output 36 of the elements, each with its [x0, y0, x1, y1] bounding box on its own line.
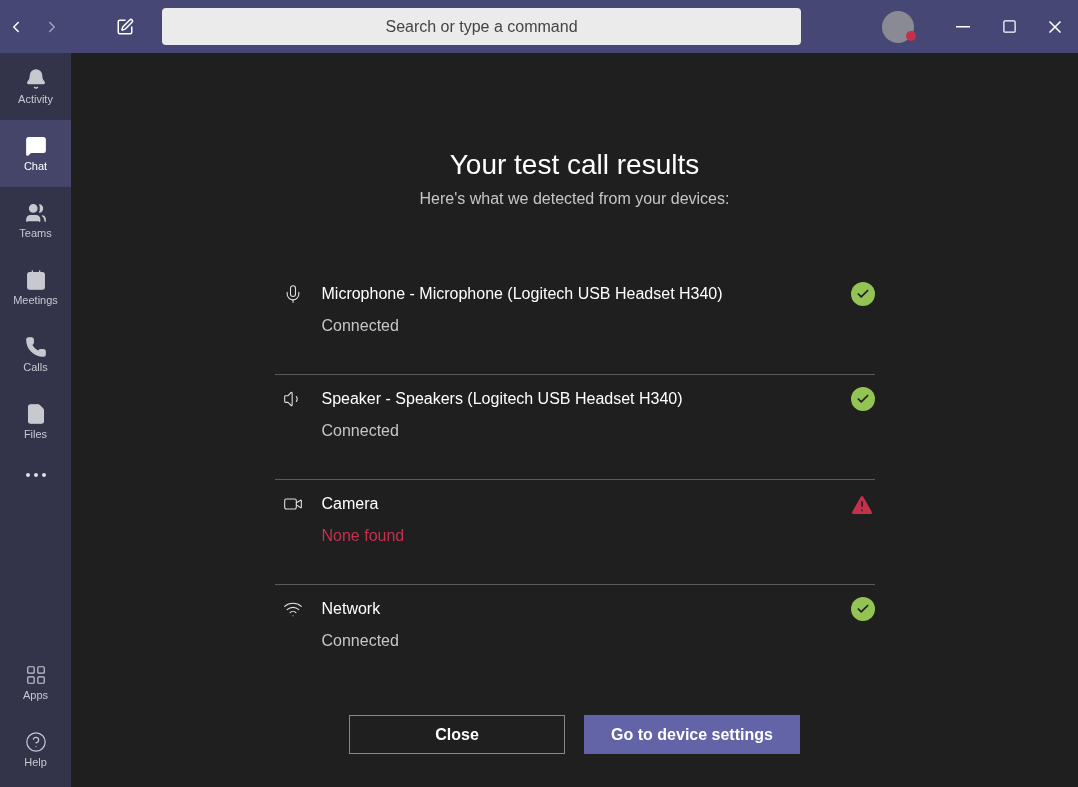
sidebar-item[interactable]: Calls	[0, 321, 71, 388]
device-status: Connected	[321, 421, 400, 441]
sidebar-item[interactable]: Activity	[0, 53, 71, 120]
device-status: Connected	[321, 316, 400, 336]
check-icon	[850, 282, 875, 306]
calendar-icon	[24, 269, 47, 291]
device-name: Network	[321, 599, 382, 619]
device-settings-button[interactable]: Go to device settings	[584, 715, 800, 754]
sidebar-item[interactable]: Files	[0, 388, 71, 455]
search-field[interactable]: Search or type a command	[162, 8, 801, 45]
device-name: Speaker - Speakers (Logitech USB Headset H340)	[321, 389, 684, 409]
maximize-icon	[1001, 19, 1017, 34]
sidebar-item[interactable]: Help	[0, 716, 71, 783]
device-name: Camera	[321, 494, 380, 514]
close-button[interactable]: Close	[349, 715, 565, 754]
bell-icon	[24, 68, 47, 90]
apps-icon	[24, 664, 47, 686]
dialog-subtitle: Here's what we detected from your devices:	[419, 189, 730, 209]
device-name: Microphone - Microphone (Logitech USB Headset H340)	[321, 284, 724, 304]
sidebar-item[interactable]: Teams	[0, 187, 71, 254]
help-icon	[24, 731, 47, 753]
phone-icon	[24, 336, 47, 358]
check-icon	[850, 597, 875, 621]
compose-icon	[116, 17, 134, 36]
avatar[interactable]	[882, 10, 914, 43]
more-icon	[25, 473, 46, 477]
sidebar-item[interactable]: Meetings	[0, 254, 71, 321]
sidebar-item[interactable]: Apps	[0, 649, 71, 716]
minimize-icon	[956, 25, 970, 28]
check-icon	[850, 387, 875, 411]
people-icon	[24, 202, 47, 224]
dialog-title: Your test call results	[449, 148, 700, 182]
device-status: Connected	[321, 631, 400, 651]
device-status: None found	[321, 526, 406, 546]
chat-icon	[24, 135, 47, 157]
sidebar-item[interactable]: Chat	[0, 120, 71, 187]
